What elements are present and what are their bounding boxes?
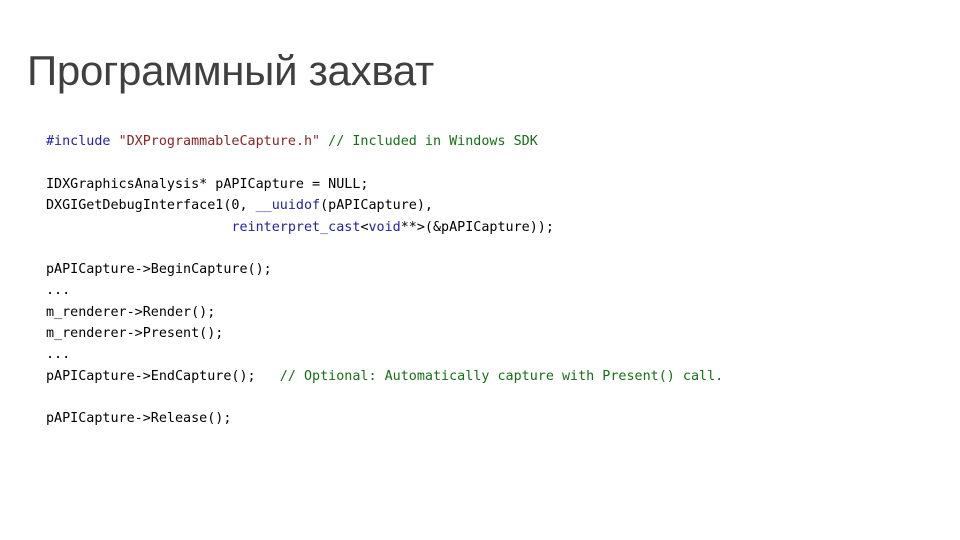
line-blank-2 (46, 238, 723, 259)
line-reinterpret-cast-token-0 (46, 220, 231, 235)
line-end-capture-token-1: // Optional: Automatically capture with … (279, 368, 724, 384)
line-ellipsis-2: ... (46, 344, 723, 365)
line-include-token-3: // Included in Windows SDK (328, 134, 538, 150)
line-render: m_renderer->Render(); (46, 302, 723, 323)
line-get-debug-interface-token-0: DXGIGetDebugInterface1(0, (46, 198, 256, 214)
line-include-token-0: #include (46, 134, 119, 150)
line-begin-capture-token-0: pAPICapture->BeginCapture(); (46, 262, 272, 278)
line-end-capture-token-0: pAPICapture->EndCapture(); (46, 368, 280, 384)
code-snippet: #include "DXProgrammableCapture.h" // In… (46, 131, 723, 429)
line-get-debug-interface-token-2: (pAPICapture), (320, 198, 433, 214)
line-declare-capture-token-0: IDXGraphicsAnalysis* pAPICapture = NULL; (46, 176, 369, 192)
line-ellipsis-1-token-0: ... (46, 283, 71, 299)
line-release: pAPICapture->Release(); (46, 408, 723, 429)
line-release-token-0: pAPICapture->Release(); (46, 411, 232, 427)
line-get-debug-interface-token-1: __uuidof (255, 198, 321, 214)
line-render-token-0: m_renderer->Render(); (46, 304, 216, 320)
line-present: m_renderer->Present(); (46, 323, 723, 344)
slide-root: Программный захват #include "DXProgramma… (0, 0, 960, 540)
line-reinterpret-cast-token-4: **>(&pAPICapture)); (400, 219, 554, 235)
page-title: Программный захват (27, 47, 434, 95)
line-begin-capture: pAPICapture->BeginCapture(); (46, 259, 723, 280)
line-ellipsis-1: ... (46, 280, 723, 301)
line-reinterpret-cast-token-2: < (360, 219, 369, 235)
line-declare-capture: IDXGraphicsAnalysis* pAPICapture = NULL; (46, 174, 723, 195)
line-reinterpret-cast-token-3: void (368, 219, 401, 235)
line-reinterpret-cast-token-1: reinterpret_cast (231, 219, 361, 235)
line-present-token-0: m_renderer->Present(); (46, 326, 224, 342)
line-reinterpret-cast: reinterpret_cast<void**>(&pAPICapture)); (46, 217, 723, 238)
line-get-debug-interface: DXGIGetDebugInterface1(0, __uuidof(pAPIC… (46, 195, 723, 216)
line-include: #include "DXProgrammableCapture.h" // In… (46, 131, 723, 152)
line-include-token-2 (320, 134, 328, 149)
line-include-token-1: "DXProgrammableCapture.h" (118, 134, 321, 150)
line-blank-3 (46, 387, 723, 408)
line-ellipsis-2-token-0: ... (46, 347, 71, 363)
line-end-capture: pAPICapture->EndCapture(); // Optional: … (46, 366, 723, 387)
line-blank-1 (46, 153, 723, 174)
